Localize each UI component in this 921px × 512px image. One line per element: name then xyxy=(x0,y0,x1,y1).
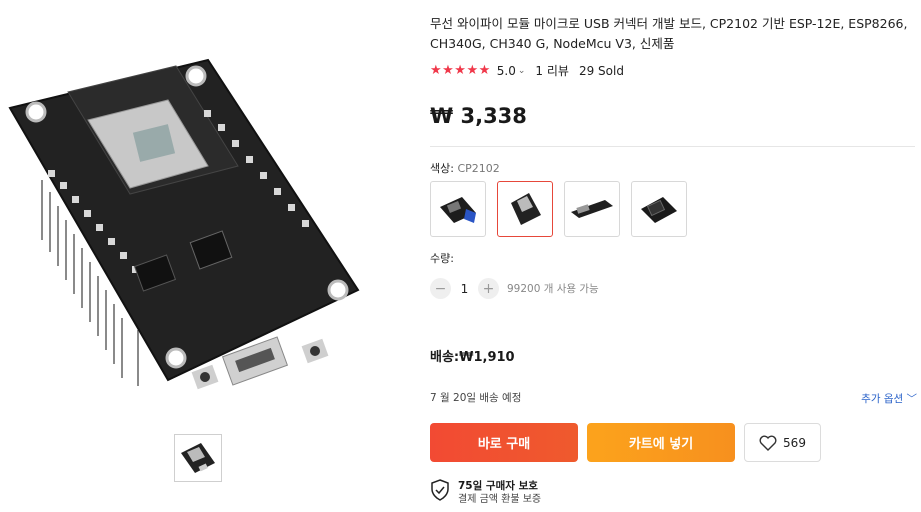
product-title: 무선 와이파이 모듈 마이크로 USB 커넥터 개발 보드, CP2102 기반… xyxy=(430,16,908,51)
review-count-link[interactable]: 1 리뷰 xyxy=(535,62,569,79)
more-options-label: 추가 옵션 xyxy=(861,393,904,405)
wishlist-count: 569 xyxy=(783,435,806,450)
product-details: 무선 와이파이 모듈 마이크로 USB 커넥터 개발 보드, CP2102 기반… xyxy=(430,0,921,512)
quantity-input[interactable]: 1 xyxy=(451,282,478,296)
add-to-cart-button[interactable]: 카트에 넣기 xyxy=(587,423,735,462)
quantity-stepper: − 1 + 99200 개 사용 가능 xyxy=(430,278,599,299)
delivery-estimate: 7 월 20일 배송 예정 xyxy=(430,392,522,404)
buyer-protection: 75일 구매자 보호 결제 금액 환불 보증 xyxy=(430,479,541,507)
product-price: ₩ 3,338 xyxy=(430,104,527,128)
board-cp2102-icon xyxy=(511,193,541,225)
board-blue-dock-icon xyxy=(440,197,476,223)
protection-title: 75일 구매자 보호 xyxy=(458,480,538,492)
color-variant-list xyxy=(430,181,687,237)
quantity-plus-button[interactable]: + xyxy=(478,278,499,299)
rating-row: ★★★★★ 5.0 ⌄ 1 리뷰 29 Sold xyxy=(430,62,624,79)
chevron-down-icon: ﹀ xyxy=(906,393,918,405)
rating-value[interactable]: 5.0 xyxy=(497,64,516,78)
quantity-minus-button[interactable]: − xyxy=(430,278,451,299)
heart-icon xyxy=(759,435,777,451)
quantity-label: 수량: xyxy=(430,252,454,265)
shipping-cost: 배송:₩1,910 xyxy=(430,350,515,365)
color-label: 색상: CP2102 xyxy=(430,160,500,176)
board-black-dock-icon xyxy=(641,197,677,223)
protection-subtitle: 결제 금액 환불 보증 xyxy=(458,494,542,505)
quantity-available: 99200 개 사용 가능 xyxy=(507,283,599,295)
product-main-image xyxy=(8,50,380,390)
buy-now-button[interactable]: 바로 구매 xyxy=(430,423,578,462)
sold-count: 29 Sold xyxy=(578,63,624,78)
selected-color-value: CP2102 xyxy=(457,162,500,175)
product-thumbnail[interactable] xyxy=(174,434,222,482)
color-variant-3[interactable] xyxy=(564,181,620,237)
more-options-link[interactable]: 추가 옵션 ﹀ xyxy=(861,391,917,406)
wishlist-button[interactable]: 569 xyxy=(744,423,821,462)
rating-stars: ★★★★★ xyxy=(430,63,491,78)
chevron-down-icon[interactable]: ⌄ xyxy=(518,66,526,76)
board-long-icon xyxy=(571,200,613,218)
divider xyxy=(430,146,915,147)
shield-check-icon xyxy=(431,479,449,501)
color-variant-4[interactable] xyxy=(631,181,687,237)
color-variant-1[interactable] xyxy=(430,181,486,237)
color-variant-2[interactable] xyxy=(497,181,553,237)
color-label-text: 색상: xyxy=(430,162,458,175)
